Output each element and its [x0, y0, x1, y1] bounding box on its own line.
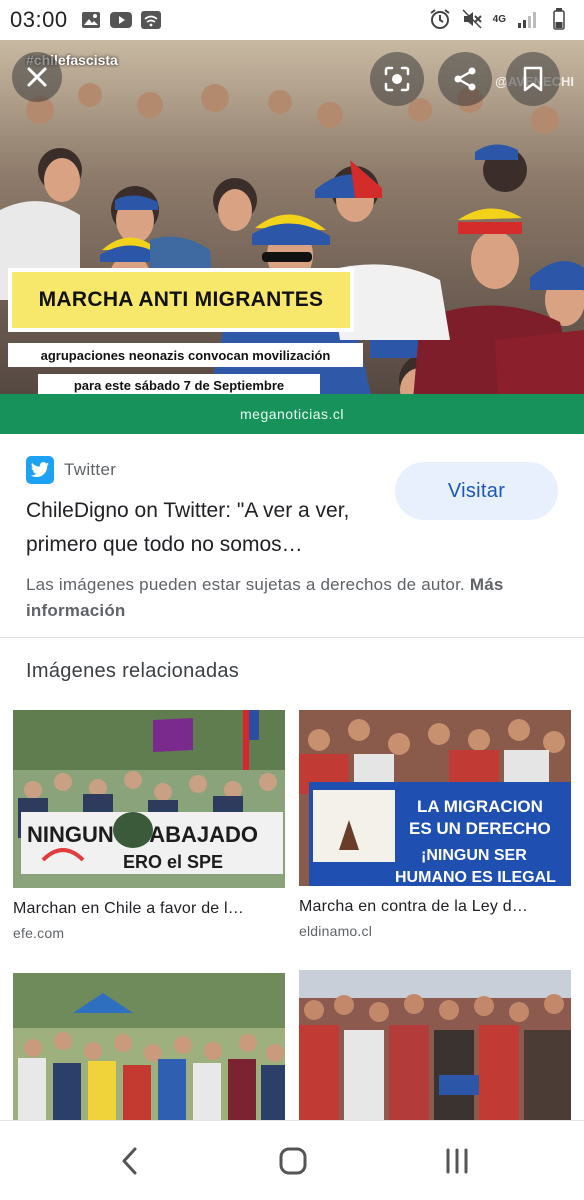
mute-icon [461, 8, 483, 30]
related-image-card[interactable]: NINGUN TRABAJADO ERO el SPE Marchan en C… [13, 710, 285, 941]
youtube-icon [109, 9, 132, 31]
result-title[interactable]: ChileDigno on Twitter: "A ver a ver, pri… [26, 494, 376, 562]
result-source[interactable]: Twitter [26, 456, 116, 484]
status-time: 03:00 [10, 7, 68, 32]
related-image-card[interactable]: LA MIGRACION ES UN DERECHO ¡NINGUN SER H… [299, 710, 571, 939]
gallery-icon [80, 9, 102, 31]
banner-title-text: MARCHA ANTI MIGRANTES [38, 288, 324, 311]
lens-icon [384, 66, 410, 92]
tile2-banner-line3: ¡NINGUN SER [421, 847, 527, 864]
home-icon [279, 1147, 307, 1175]
image-source-text: meganoticias.cl [240, 406, 344, 422]
related-image-thumbnail[interactable]: LA MIGRACION ES UN DERECHO ¡NINGUN SER H… [299, 710, 571, 886]
source-name: Twitter [64, 460, 117, 479]
related-image-card[interactable] [299, 970, 571, 1120]
related-image-thumbnail[interactable] [13, 973, 285, 1120]
image-source-strip: meganoticias.cl [0, 394, 584, 434]
alarm-icon [429, 8, 451, 30]
related-image-thumbnail[interactable]: NINGUN TRABAJADO ERO el SPE [13, 710, 285, 888]
navigation-bar [0, 1120, 584, 1200]
recents-button[interactable] [437, 1143, 477, 1179]
related-image-caption: Marchan en Chile a favor de l… [13, 900, 244, 917]
related-images-heading: Imágenes relacionadas [26, 660, 240, 682]
visit-button[interactable]: Visitar [395, 462, 558, 520]
tile1-sign-text2: ERO el SPE [123, 852, 223, 872]
tile2-banner-line4: HUMANO ES ILEGAL [395, 869, 556, 886]
network-type: 4G [492, 13, 506, 25]
twitter-icon [26, 456, 54, 484]
banner-title: MARCHA ANTI MIGRANTES [8, 268, 354, 332]
status-right: 4G [429, 8, 570, 30]
related-image-thumbnail[interactable] [299, 970, 571, 1120]
copyright-text: Las imágenes pueden estar sujetas a dere… [26, 575, 465, 594]
tile2-banner-line2: ES UN DERECHO [409, 819, 551, 838]
related-image-card[interactable] [13, 973, 285, 1120]
share-button[interactable] [438, 52, 492, 106]
tile2-banner-line1: LA MIGRACION [417, 797, 543, 816]
banner-subtitle-line2: para este sábado 7 de Septiembre [38, 374, 320, 396]
related-image-domain: efe.com [13, 925, 65, 941]
section-divider [0, 637, 584, 638]
battery-icon [548, 8, 570, 30]
lens-button[interactable] [370, 52, 424, 106]
back-icon [122, 1147, 137, 1175]
related-image-caption: Marcha en contra de la Ley d… [299, 898, 529, 915]
close-button[interactable] [12, 52, 62, 102]
copyright-notice: Las imágenes pueden estar sujetas a dere… [26, 572, 566, 624]
wifi-box-icon [140, 9, 162, 31]
close-icon [27, 67, 47, 87]
banner-subtitle-line1: agrupaciones neonazis convocan movilizac… [8, 343, 363, 367]
bookmark-icon [523, 66, 543, 92]
recents-icon [446, 1148, 468, 1174]
back-button[interactable] [110, 1143, 150, 1179]
home-button[interactable] [273, 1143, 313, 1179]
signal-icon [516, 8, 538, 30]
share-icon [454, 67, 476, 91]
preview-image[interactable]: #chilefascista @AVENECHI MARCHA ANTI MIG… [0, 40, 584, 434]
save-button[interactable] [506, 52, 560, 106]
status-bar: 03:00 4G [0, 0, 584, 40]
related-image-domain: eldinamo.cl [299, 923, 373, 939]
